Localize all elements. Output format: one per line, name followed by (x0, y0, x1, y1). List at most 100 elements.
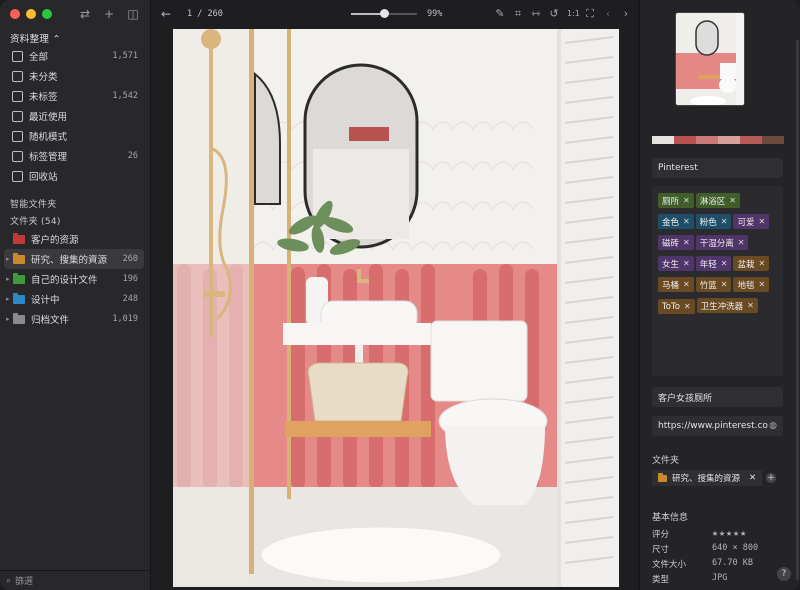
remove-tag-icon[interactable]: ✕ (684, 302, 691, 311)
image-tools: ✎ ⌗ ⇿ ↺ 1:1 ⛶ ‹ › (495, 7, 631, 21)
rating-stars[interactable]: ★★★★★ (712, 528, 747, 540)
url-field[interactable]: https://www.pinterest.co ◍ (652, 416, 783, 436)
remove-tag-icon[interactable]: ✕ (758, 259, 765, 268)
url-text[interactable]: https://www.pinterest.co (658, 421, 768, 431)
sidebar-item-4[interactable]: 随机模式 (4, 126, 144, 146)
folder-chip[interactable]: 研究、搜集的資源 ✕ (652, 470, 763, 486)
remove-tag-icon[interactable]: ✕ (721, 259, 728, 268)
tag-chip[interactable]: 磁砖 ✕ (658, 235, 694, 250)
tag-label: 金色 (662, 217, 680, 228)
tag-chip[interactable]: 地毯 ✕ (733, 277, 770, 292)
remove-tag-icon[interactable]: ✕ (747, 301, 754, 310)
remove-tag-icon[interactable]: ✕ (758, 280, 765, 289)
add-icon[interactable]: + (102, 7, 116, 21)
globe-icon[interactable]: ◍ (769, 421, 777, 431)
tag-chip[interactable]: 干湿分离 ✕ (695, 235, 749, 250)
filter-input[interactable]: 篩選 (15, 574, 33, 587)
note-field[interactable]: 客户女孩厕所 (652, 387, 783, 407)
zoom-slider-knob[interactable] (380, 9, 389, 18)
color-palette[interactable] (652, 136, 784, 144)
zoom-window-button[interactable] (42, 9, 52, 19)
folder-item-4[interactable]: ▸ 归档文件 1,019 (4, 309, 144, 329)
library-switcher[interactable]: 资料整理 ⌃ (10, 31, 61, 45)
swap-icon[interactable]: ⇄ (78, 7, 92, 21)
rotate-icon[interactable]: ↺ (549, 7, 559, 21)
untagged-icon (12, 90, 23, 102)
tag-chip[interactable]: ToTo ✕ (658, 299, 695, 314)
palette-swatch[interactable] (762, 136, 784, 144)
source-field[interactable]: Pinterest (652, 158, 783, 178)
tag-chip[interactable]: 粉色 ✕ (695, 214, 732, 229)
palette-swatch[interactable] (696, 136, 718, 144)
folder-item-0[interactable]: 客户的资源 (4, 229, 144, 249)
remove-tag-icon[interactable]: ✕ (738, 238, 745, 247)
remove-tag-icon[interactable]: ✕ (758, 217, 765, 226)
folders-heading[interactable]: 文件夹 (54) (10, 214, 61, 227)
tag-chip[interactable]: 厕所 ✕ (658, 193, 694, 208)
remove-tag-icon[interactable]: ✕ (683, 196, 690, 205)
help-button[interactable]: ? (777, 567, 791, 581)
inspector-scrollbar[interactable] (796, 40, 799, 580)
tag-label: 盆栽 (737, 259, 755, 270)
disclosure-triangle-icon[interactable]: ▸ (6, 315, 12, 323)
tag-chip[interactable]: 竹篮 ✕ (695, 277, 732, 292)
info-key: 评分 (652, 530, 670, 540)
tag-chip[interactable]: 可爱 ✕ (733, 214, 770, 229)
fullscreen-icon[interactable]: ⛶ (585, 7, 595, 21)
next-icon[interactable]: › (621, 7, 631, 21)
folder-item-2[interactable]: ▸ 自己的设计文件 196 (4, 269, 144, 289)
remove-tag-icon[interactable]: ✕ (721, 217, 728, 226)
remove-tag-icon[interactable]: ✕ (683, 238, 690, 247)
disclosure-triangle-icon[interactable]: ▸ (6, 295, 12, 303)
basic-info-title: 基本信息 (652, 513, 689, 523)
sidebar-item-6[interactable]: 回收站 (4, 166, 144, 186)
folder-item-1[interactable]: ▸ 研究、搜集的資源 260 (4, 249, 144, 269)
remove-tag-icon[interactable]: ✕ (729, 196, 736, 205)
filter-bar[interactable]: ⌕ 篩選 (0, 570, 151, 590)
sidebar-item-2[interactable]: 未标签 1,542 (4, 86, 144, 106)
smart-folders-heading[interactable]: 智能文件夹 (10, 197, 57, 210)
edit-pencil-icon[interactable]: ✎ (495, 7, 505, 21)
add-folder-button[interactable]: + (766, 473, 776, 483)
palette-swatch[interactable] (718, 136, 740, 144)
sidebar-nav: 全部 1,571 未分类未标签 1,542 最近使用 随机模式 标签管理 26 回收站 (4, 46, 144, 186)
sidebar-toggle-icon[interactable]: ◫ (126, 7, 140, 21)
remove-tag-icon[interactable]: ✕ (683, 280, 690, 289)
sidebar-item-3[interactable]: 最近使用 (4, 106, 144, 126)
zoom-value: 99% (427, 9, 443, 19)
remove-tag-icon[interactable]: ✕ (683, 259, 690, 268)
flip-icon[interactable]: ⇿ (531, 7, 541, 21)
image-preview[interactable] (173, 29, 619, 587)
remove-folder-icon[interactable]: ✕ (749, 473, 756, 483)
palette-swatch[interactable] (740, 136, 762, 144)
sidebar-item-1[interactable]: 未分类 (4, 66, 144, 86)
tag-chip[interactable]: 卫生冲洗器 ✕ (696, 298, 758, 313)
actual-size-icon[interactable]: 1:1 (567, 7, 580, 21)
info-key: 类型 (652, 575, 670, 585)
tag-chip[interactable]: 马桶 ✕ (658, 277, 694, 292)
sidebar-item-5[interactable]: 标签管理 26 (4, 146, 144, 166)
disclosure-triangle-icon[interactable]: ▸ (6, 255, 12, 263)
sidebar-item-0[interactable]: 全部 1,571 (4, 46, 144, 66)
disclosure-triangle-icon[interactable]: ▸ (6, 275, 12, 283)
tag-chip[interactable]: 女生 ✕ (658, 256, 694, 271)
back-arrow-icon[interactable]: ← (161, 7, 173, 21)
tag-chip[interactable]: 淋浴区 ✕ (695, 193, 740, 208)
zoom-slider[interactable] (351, 9, 417, 18)
close-window-button[interactable] (10, 9, 20, 19)
palette-swatch[interactable] (652, 136, 674, 144)
tag-chip[interactable]: 盆栽 ✕ (733, 256, 770, 271)
tag-chip[interactable]: 年轻 ✕ (695, 256, 732, 271)
sidebar-item-label: 未分类 (29, 72, 58, 83)
tag-chip[interactable]: 金色 ✕ (658, 214, 694, 229)
tag-list[interactable]: 厕所 ✕ 淋浴区 ✕ 金色 ✕ 粉色 ✕ 可爱 ✕ 磁砖 ✕ 干湿分离 ✕ 女生 ✕ 年轻 ✕ 盆栽 ✕ 马桶 ✕ 竹篮 ✕ 地… (652, 186, 783, 376)
remove-tag-icon[interactable]: ✕ (683, 217, 690, 226)
crop-icon[interactable]: ⌗ (513, 7, 523, 21)
folder-icon (13, 272, 25, 284)
image-thumbnail[interactable] (675, 12, 745, 106)
previous-icon[interactable]: ‹ (603, 7, 613, 21)
folder-item-3[interactable]: ▸ 设计中 248 (4, 289, 144, 309)
minimize-window-button[interactable] (26, 9, 36, 19)
remove-tag-icon[interactable]: ✕ (721, 280, 728, 289)
palette-swatch[interactable] (674, 136, 696, 144)
